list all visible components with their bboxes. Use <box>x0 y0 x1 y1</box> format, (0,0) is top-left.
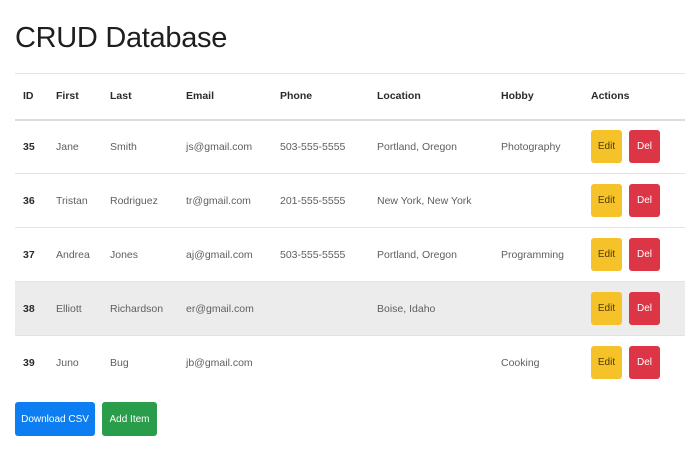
edit-button[interactable]: Edit <box>591 184 622 217</box>
cell-last: Smith <box>102 119 178 174</box>
cell-id: 38 <box>15 281 48 336</box>
cell-hobby <box>493 173 583 228</box>
delete-button[interactable]: Del <box>629 184 660 217</box>
cell-id: 39 <box>15 335 48 390</box>
cell-email: er@gmail.com <box>178 281 272 336</box>
edit-button[interactable]: Edit <box>591 238 622 271</box>
header-first: First <box>48 73 102 121</box>
delete-button[interactable]: Del <box>629 238 660 271</box>
cell-actions: Edit Del <box>583 227 685 282</box>
cell-location: New York, New York <box>369 173 493 228</box>
cell-actions: Edit Del <box>583 173 685 228</box>
header-actions: Actions <box>583 73 685 121</box>
table-row: 36 Tristan Rodriguez tr@gmail.com 201-55… <box>15 173 685 228</box>
cell-email: tr@gmail.com <box>178 173 272 228</box>
cell-actions: Edit Del <box>583 119 685 174</box>
table-row: 37 Andrea Jones aj@gmail.com 503-555-555… <box>15 227 685 282</box>
delete-button[interactable]: Del <box>629 292 660 325</box>
cell-phone <box>272 335 369 390</box>
bottom-actions: Download CSV Add Item <box>15 402 157 436</box>
crud-table: ID First Last Email Phone Location Hobby… <box>15 73 685 390</box>
cell-last: Bug <box>102 335 178 390</box>
cell-email: js@gmail.com <box>178 119 272 174</box>
delete-button[interactable]: Del <box>629 346 660 380</box>
cell-phone: 503-555-5555 <box>272 119 369 174</box>
cell-location <box>369 335 493 390</box>
cell-last: Jones <box>102 227 178 282</box>
cell-first: Tristan <box>48 173 102 228</box>
cell-hobby <box>493 281 583 336</box>
table-row: 35 Jane Smith js@gmail.com 503-555-5555 … <box>15 119 685 174</box>
cell-email: aj@gmail.com <box>178 227 272 282</box>
cell-first: Jane <box>48 119 102 174</box>
cell-actions: Edit Del <box>583 281 685 336</box>
cell-id: 37 <box>15 227 48 282</box>
table-row-highlighted: 38 Elliott Richardson er@gmail.com Boise… <box>15 281 685 336</box>
download-csv-button[interactable]: Download CSV <box>15 402 95 436</box>
cell-last: Rodriguez <box>102 173 178 228</box>
cell-first: Elliott <box>48 281 102 336</box>
edit-button[interactable]: Edit <box>591 292 622 325</box>
cell-actions: Edit Del <box>583 335 685 390</box>
cell-location: Boise, Idaho <box>369 281 493 336</box>
cell-location: Portland, Oregon <box>369 119 493 174</box>
header-email: Email <box>178 73 272 121</box>
add-item-button[interactable]: Add Item <box>102 402 157 436</box>
header-location: Location <box>369 73 493 121</box>
cell-phone: 201-555-5555 <box>272 173 369 228</box>
cell-first: Juno <box>48 335 102 390</box>
edit-button[interactable]: Edit <box>591 130 622 164</box>
cell-last: Richardson <box>102 281 178 336</box>
cell-hobby: Photography <box>493 119 583 174</box>
header-hobby: Hobby <box>493 73 583 121</box>
crud-page: CRUD Database ID First Last Email Phone … <box>0 0 700 467</box>
table-row: 39 Juno Bug jb@gmail.com Cooking Edit De… <box>15 335 685 390</box>
cell-id: 36 <box>15 173 48 228</box>
header-last: Last <box>102 73 178 121</box>
cell-phone <box>272 281 369 336</box>
table-header-row: ID First Last Email Phone Location Hobby… <box>15 73 685 121</box>
cell-email: jb@gmail.com <box>178 335 272 390</box>
cell-phone: 503-555-5555 <box>272 227 369 282</box>
delete-button[interactable]: Del <box>629 130 660 164</box>
cell-location: Portland, Oregon <box>369 227 493 282</box>
cell-hobby: Cooking <box>493 335 583 390</box>
header-phone: Phone <box>272 73 369 121</box>
cell-first: Andrea <box>48 227 102 282</box>
cell-id: 35 <box>15 119 48 174</box>
header-id: ID <box>15 73 48 121</box>
edit-button[interactable]: Edit <box>591 346 622 380</box>
page-title: CRUD Database <box>15 22 228 54</box>
cell-hobby: Programming <box>493 227 583 282</box>
